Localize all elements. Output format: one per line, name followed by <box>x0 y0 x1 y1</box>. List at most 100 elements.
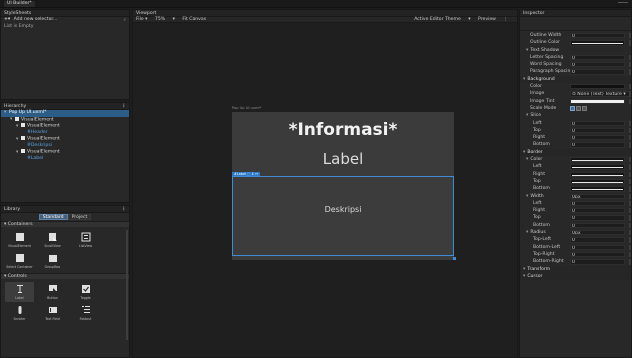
expand-arrow-icon[interactable]: ▾ <box>523 77 525 82</box>
add-stylesheet-icon[interactable]: +▾ <box>4 17 10 22</box>
inspector-row-background[interactable]: ▾ Background <box>520 75 631 84</box>
library-item-scrollview[interactable]: ScrollView <box>38 230 67 250</box>
inspector-field[interactable]: 0 <box>570 69 625 75</box>
tab-standard[interactable]: Standard <box>38 214 68 220</box>
expand-arrow-icon[interactable]: ▾ <box>523 274 525 279</box>
inspector-field[interactable]: 0 <box>570 215 625 221</box>
inspector-field[interactable] <box>570 98 625 104</box>
inspector-field[interactable]: ⊙ None (Text) Texture ▾ <box>570 91 631 97</box>
inspector-field[interactable]: 0 <box>570 251 625 258</box>
scale-mode-icon[interactable] <box>582 105 587 111</box>
inspector-field[interactable]: 0 <box>570 127 625 134</box>
library-item-label[interactable]: Label <box>5 282 34 302</box>
library-item-scroller[interactable]: Scroller <box>5 303 34 323</box>
inspector-label-text: Letter Spacing <box>530 54 564 60</box>
preview-toggle[interactable]: Preview <box>478 17 496 22</box>
popup-title[interactable]: *Informasi* <box>232 120 454 140</box>
resize-handle[interactable] <box>453 257 456 260</box>
tab-project[interactable]: Project <box>67 214 92 220</box>
expand-arrow-icon[interactable]: ▾ <box>526 157 528 162</box>
more-options-icon[interactable]: ⋮ <box>503 17 508 22</box>
fit-canvas-button[interactable]: Fit Canvas <box>182 17 206 22</box>
inspector-field[interactable]: 0 <box>570 33 625 39</box>
inspector-row-cursor[interactable]: ▾ Cursor <box>520 272 631 281</box>
inspector-row-radius[interactable]: ▾ Radius 0px <box>520 229 631 236</box>
expand-arrow-icon[interactable]: ▾ <box>523 267 525 272</box>
inspector-field[interactable]: 0 <box>570 120 625 126</box>
hierarchy-row-label: VisualElement <box>21 117 54 122</box>
inspector-row-width[interactable]: ▾ Width 0px <box>520 193 631 200</box>
inspector-field[interactable] <box>570 84 625 90</box>
inspector-row-left: Left 0 <box>520 200 631 207</box>
inspector-row-slice[interactable]: ▾ Slice <box>520 112 631 119</box>
inspector-row-color: Color <box>520 83 631 90</box>
inspector-label-text: Bottom <box>533 186 550 192</box>
search-icon[interactable]: ⌕ <box>123 18 126 24</box>
inspector-label: ▾ Width <box>526 193 544 200</box>
inspector-field[interactable] <box>570 40 625 46</box>
inspector-field[interactable]: 0 <box>570 200 625 207</box>
inspector-field[interactable]: 0 <box>570 135 625 141</box>
library-item-button[interactable]: Button <box>38 282 67 302</box>
inspector-row-transform[interactable]: ▾ Transform <box>520 265 631 273</box>
zoom-dropdown-icon[interactable]: ▾ <box>173 17 175 22</box>
scale-mode-icon[interactable] <box>576 105 581 111</box>
inspector-field[interactable] <box>570 186 625 192</box>
inspector-field[interactable]: 0 <box>570 244 625 250</box>
hierarchy-row[interactable]: #Label <box>1 156 129 163</box>
theme-dropdown[interactable]: Active Editor Theme <box>414 17 461 22</box>
inspector-field[interactable]: 0 <box>570 259 625 265</box>
canvas-popup[interactable]: *Informasi* Label #Label ⬚ ↕ ↔ Deskripsi <box>232 112 454 260</box>
more-options-icon[interactable]: ⋮ <box>121 206 126 213</box>
visual-element-icon <box>15 116 19 121</box>
library-scrollbar[interactable] <box>126 230 128 340</box>
select-icon <box>15 253 25 263</box>
inspector-field[interactable]: 0 <box>570 208 625 214</box>
inspector-row-right: Right 0 <box>520 134 631 141</box>
expand-arrow-icon[interactable]: ▾ <box>526 48 528 53</box>
inspector-field[interactable] <box>570 171 625 177</box>
inspector-row-color[interactable]: ▾ Color <box>520 156 631 163</box>
file-menu[interactable]: File ▾ <box>136 17 147 22</box>
inspector-field[interactable]: 0px <box>570 193 625 199</box>
expand-arrow-icon[interactable]: ▾ <box>526 113 528 118</box>
inspector-field[interactable]: 0 <box>570 237 625 243</box>
popup-label[interactable]: Label <box>232 150 454 168</box>
expand-arrow-icon[interactable]: ▾ <box>523 150 525 155</box>
scale-mode-icon[interactable] <box>570 105 575 111</box>
inspector-label: Outline Color <box>530 39 560 46</box>
inspector-label-text: Color <box>530 84 542 90</box>
inspector-label-text: Color <box>530 157 543 163</box>
inspector-field[interactable]: 0px <box>570 230 625 236</box>
library-item-visualelement[interactable]: VisualElement <box>5 230 34 250</box>
document-tab[interactable]: UI Builder* <box>4 1 35 7</box>
library-item-foldout[interactable]: Foldout <box>71 303 100 323</box>
library-item-listview[interactable]: ListView <box>71 230 100 250</box>
description-box[interactable]: Deskripsi <box>232 176 454 256</box>
inspector-label: Top-Left <box>533 236 551 243</box>
inspector-field[interactable]: 0 <box>570 142 625 148</box>
library-item-toggle[interactable]: Toggle <box>71 282 100 302</box>
inspector-row-top: Top 0 <box>520 214 631 221</box>
library-item-groupbox[interactable]: GroupBox <box>38 251 67 271</box>
inspector-field[interactable]: 0 <box>570 54 625 61</box>
hierarchy-row-label: #Label <box>27 155 44 161</box>
library-item-text-field[interactable]: Text Field <box>38 303 67 323</box>
inspector-label-text: Background <box>527 76 555 82</box>
inspector-label: Top <box>533 214 541 221</box>
inspector-field[interactable] <box>570 157 625 163</box>
zoom-level[interactable]: 75% <box>155 17 165 22</box>
inspector-field[interactable]: 0 <box>570 222 625 229</box>
inspector-field[interactable]: 0 <box>570 62 625 68</box>
theme-dropdown-icon[interactable]: ▾ <box>468 17 470 22</box>
window-controls[interactable] <box>618 2 628 5</box>
inspector-field[interactable] <box>570 178 625 185</box>
inspector-row-text-shadow[interactable]: ▾ Text Shadow <box>520 47 631 54</box>
expand-arrow-icon[interactable]: ▾ <box>526 230 528 235</box>
more-options-icon[interactable]: ⋮ <box>121 103 126 110</box>
expand-arrow-icon[interactable]: ▾ <box>526 194 528 199</box>
inspector-field[interactable] <box>570 164 625 170</box>
add-selector-input[interactable]: Add new selector... <box>14 17 58 22</box>
inspector-row-border[interactable]: ▾ Border <box>520 148 631 157</box>
library-item-select-container[interactable]: Select Container <box>5 251 34 271</box>
